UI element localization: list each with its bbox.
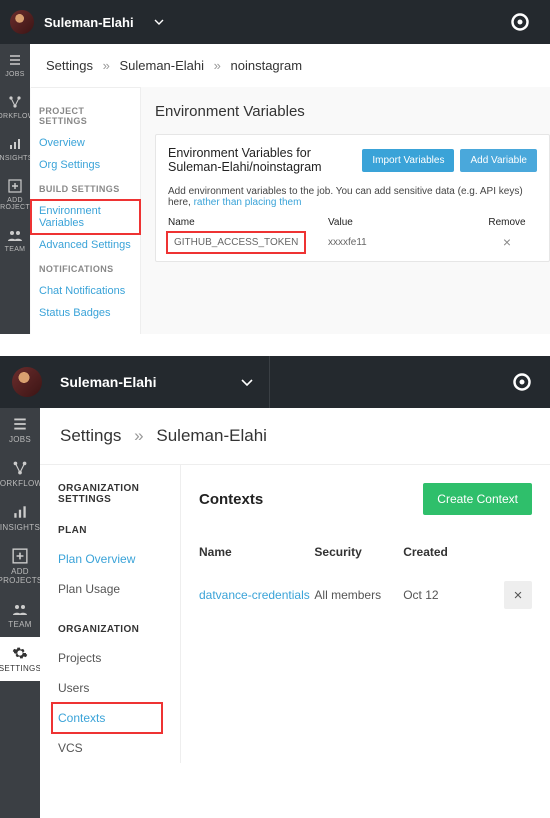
nav-advanced-settings[interactable]: Advanced Settings <box>31 234 140 256</box>
nav-environment-variables[interactable]: Environment Variables <box>31 200 140 234</box>
var-value: xxxxfe11 <box>328 237 477 248</box>
col-remove: Remove <box>477 217 537 228</box>
col-created: Created <box>403 545 492 559</box>
col-value: Value <box>328 217 477 228</box>
crumb-org[interactable]: Suleman-Elahi <box>156 426 267 445</box>
circleci-logo-icon[interactable] <box>490 0 550 44</box>
hint-text: Add environment variables to the job. Yo… <box>168 186 537 208</box>
nav-heading-build-settings: BUILD SETTINGS <box>31 176 140 200</box>
chart-icon <box>12 504 28 520</box>
top-bar: Suleman-Elahi <box>0 0 550 44</box>
rail-add-label: ADD <box>11 567 29 576</box>
workflow-icon <box>7 94 23 110</box>
remove-var-button[interactable]: × <box>477 234 537 250</box>
rail-jobs[interactable]: JOBS <box>0 408 40 452</box>
circleci-logo-icon[interactable] <box>494 356 550 408</box>
avatar[interactable] <box>12 367 42 397</box>
plus-icon <box>12 548 28 564</box>
breadcrumb: Settings » Suleman-Elahi <box>40 408 550 464</box>
page-title: Contexts <box>199 491 423 508</box>
crumb-sep-icon: » <box>103 58 110 73</box>
user-menu-caret-icon[interactable] <box>241 379 253 386</box>
crumb-sep-icon: » <box>134 426 143 445</box>
rail-settings-label: SETTINGS <box>0 664 41 673</box>
left-icon-rail: JOBS WORKFLOWS INSIGHTS ADD PROJECTS TEA… <box>0 408 40 818</box>
nav-chat-notifications[interactable]: Chat Notifications <box>31 280 140 302</box>
rail-workflows[interactable]: WORKFLOWS <box>0 86 30 128</box>
user-menu-caret-icon[interactable] <box>154 19 176 25</box>
nav-overview[interactable]: Overview <box>31 132 140 154</box>
col-name: Name <box>199 545 314 559</box>
delete-context-button[interactable]: × <box>504 581 532 609</box>
rail-insights[interactable]: INSIGHTS <box>0 128 30 170</box>
left-icon-rail: JOBS WORKFLOWS INSIGHTS ADD PROJECTS TEA… <box>0 44 30 334</box>
nav-status-badges[interactable]: Status Badges <box>31 302 140 324</box>
top-bar: Suleman-Elahi <box>0 356 550 408</box>
env-vars-card: Environment Variables for Suleman-Elahi/… <box>155 134 550 262</box>
rail-jobs-label: JOBS <box>9 435 31 444</box>
crumb-sep-icon: » <box>214 58 221 73</box>
add-variable-button[interactable]: Add Variable <box>460 149 537 172</box>
context-created: Oct 12 <box>403 588 492 602</box>
rail-insights-label: INSIGHTS <box>0 523 40 532</box>
nav-vcs[interactable]: VCS <box>58 733 180 763</box>
rail-projects-label: PROJECTS <box>0 576 43 585</box>
rail-jobs[interactable]: JOBS <box>0 44 30 86</box>
col-security: Security <box>314 545 403 559</box>
rail-insights-label: INSIGHTS <box>0 155 33 162</box>
var-name: GITHUB_ACCESS_TOKEN <box>168 233 304 252</box>
nav-cat-plan: PLAN <box>58 525 180 536</box>
nav-cat-organization: ORGANIZATION <box>58 624 180 635</box>
card-title: Environment Variables for Suleman-Elahi/… <box>168 146 356 174</box>
create-context-button[interactable]: Create Context <box>423 483 532 515</box>
rail-insights[interactable]: INSIGHTS <box>0 496 40 540</box>
list-icon <box>12 416 28 432</box>
table-row: GITHUB_ACCESS_TOKEN xxxxfe11 × <box>168 228 537 250</box>
user-name[interactable]: Suleman-Elahi <box>44 15 134 30</box>
rail-jobs-label: JOBS <box>5 71 24 78</box>
crumb-project[interactable]: noinstagram <box>231 58 303 73</box>
rail-team-label: TEAM <box>8 620 31 629</box>
breadcrumb: Settings » Suleman-Elahi » noinstagram <box>30 44 550 87</box>
rail-add-projects[interactable]: ADD PROJECTS <box>0 170 30 219</box>
nav-contexts[interactable]: Contexts <box>52 703 162 733</box>
rail-add-label: ADD <box>7 197 23 204</box>
nav-heading-notifications: NOTIFICATIONS <box>31 256 140 280</box>
rail-workflows[interactable]: WORKFLOWS <box>0 452 40 496</box>
nav-heading-org-settings: ORGANIZATION SETTINGS <box>58 483 180 505</box>
nav-heading-project-settings: PROJECT SETTINGS <box>31 98 140 132</box>
page-title: Environment Variables <box>155 103 550 120</box>
hint-link[interactable]: rather than placing them <box>194 197 302 208</box>
nav-plan-overview[interactable]: Plan Overview <box>58 544 180 574</box>
rail-team[interactable]: TEAM <box>0 593 40 637</box>
org-side-nav: ORGANIZATION SETTINGS PLAN Plan Overview… <box>40 465 180 763</box>
rail-team-label: TEAM <box>5 246 26 253</box>
context-security: All members <box>314 588 403 602</box>
col-name: Name <box>168 217 328 228</box>
project-side-nav: PROJECT SETTINGS Overview Org Settings B… <box>31 87 141 334</box>
user-name[interactable]: Suleman-Elahi <box>60 374 156 390</box>
avatar[interactable] <box>10 10 34 34</box>
nav-projects[interactable]: Projects <box>58 643 180 673</box>
crumb-settings[interactable]: Settings <box>46 58 93 73</box>
rail-settings[interactable]: SETTINGS <box>0 637 40 681</box>
nav-org-settings[interactable]: Org Settings <box>31 154 140 176</box>
gear-icon <box>12 645 28 661</box>
team-icon <box>7 227 23 243</box>
import-variables-button[interactable]: Import Variables <box>362 149 454 172</box>
plus-icon <box>7 178 23 194</box>
nav-plan-usage[interactable]: Plan Usage <box>58 574 180 604</box>
crumb-settings[interactable]: Settings <box>60 426 121 445</box>
context-name-link[interactable]: datvance-credentials <box>199 588 314 602</box>
crumb-org[interactable]: Suleman-Elahi <box>119 58 204 73</box>
workflow-icon <box>12 460 28 476</box>
rail-team[interactable]: TEAM <box>0 219 30 261</box>
chart-icon <box>7 136 23 152</box>
team-icon <box>12 601 28 617</box>
rail-add-projects[interactable]: ADD PROJECTS <box>0 540 40 593</box>
list-icon <box>7 52 23 68</box>
